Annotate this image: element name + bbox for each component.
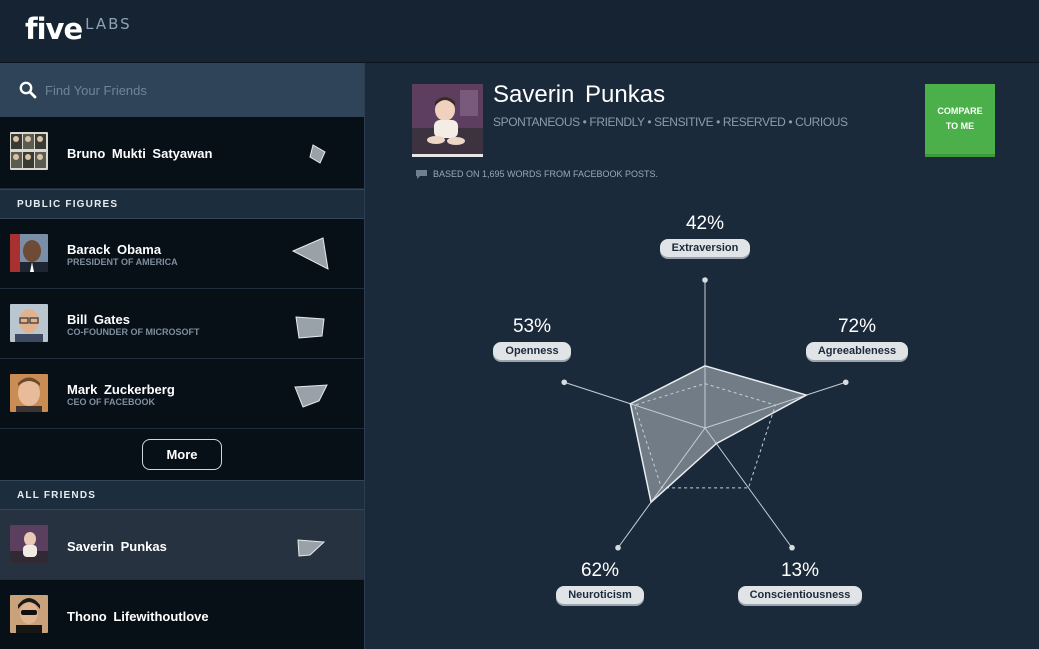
personality-shape-icon [294, 384, 328, 408]
friend-row-bruno[interactable]: Bruno Mukti Satyawan [0, 117, 364, 189]
figure-role: CEO OF FACEBOOK [67, 397, 156, 407]
more-container: More [0, 429, 364, 480]
avatar [10, 525, 48, 563]
radar-axis-end-extraversion [702, 277, 708, 283]
radar-metric-conscientiousness: 13% Conscientiousness [730, 560, 870, 604]
figure-name: Bill Gates [67, 312, 130, 327]
figure-name: Barack Obama [67, 242, 162, 257]
radar-axis-end-conscientiousness [789, 544, 795, 551]
avatar [10, 234, 48, 272]
personality-shape-icon [295, 316, 325, 339]
metric-label: Conscientiousness [737, 586, 863, 604]
all-friends-header: ALL FRIENDS [0, 480, 364, 510]
metric-label: Neuroticism [556, 586, 644, 604]
metric-value: 53% [512, 316, 552, 337]
logo-sub: LABS [85, 15, 132, 33]
metric-label: Openness [493, 342, 571, 360]
public-figures-header: PUBLIC FIGURES [0, 189, 364, 219]
radar-value-polygon [629, 365, 809, 504]
search-input[interactable] [45, 82, 345, 98]
friends-sidebar: Bruno Mukti Satyawan PUBLIC FIGURES Bara… [0, 63, 365, 649]
metric-label: Extraversion [659, 239, 751, 257]
personality-shape-icon [291, 237, 329, 270]
public-figure-row-gates[interactable]: Bill Gates CO-FOUNDER OF MICROSOFT [0, 289, 364, 359]
personality-shape-icon [297, 539, 326, 557]
app-header: five LABS [0, 0, 1039, 63]
friend-row-saverin[interactable]: Saverin Punkas [0, 510, 364, 580]
friend-name: Saverin Punkas [67, 539, 167, 554]
radar-metric-openness: 53% Openness [462, 316, 602, 360]
radar-axis-end-neuroticism [615, 544, 621, 551]
friend-name: Bruno Mukti Satyawan [67, 146, 213, 161]
logo-main: five [25, 12, 83, 46]
radar-axis-end-openness [561, 379, 568, 386]
radar-axis-end-agreeableness [842, 379, 849, 386]
more-button[interactable]: More [142, 439, 222, 470]
personality-shape-icon [309, 144, 326, 164]
avatar [10, 374, 48, 412]
friend-row-thono[interactable]: Thono Lifewithoutlove [0, 580, 364, 649]
public-figure-row-zuckerberg[interactable]: Mark Zuckerberg CEO OF FACEBOOK [0, 359, 364, 429]
metric-value: 72% [837, 316, 877, 337]
metric-label: Agreeableness [805, 342, 909, 360]
metric-value: 13% [780, 560, 820, 581]
public-figure-row-obama[interactable]: Barack Obama PRESIDENT OF AMERICA [0, 219, 364, 289]
figure-role: CO-FOUNDER OF MICROSOFT [67, 327, 200, 337]
avatar [10, 595, 48, 633]
search-icon [19, 81, 37, 99]
fivelabs-logo[interactable]: five LABS [25, 12, 132, 46]
figure-role: PRESIDENT OF AMERICA [67, 257, 178, 267]
radar-axis-conscientiousness [704, 427, 793, 549]
friend-name: Thono Lifewithoutlove [67, 609, 209, 624]
figure-name: Mark Zuckerberg [67, 382, 175, 397]
metric-value: 62% [580, 560, 620, 581]
search-bar [0, 63, 364, 117]
radar-metric-neuroticism: 62% Neuroticism [530, 560, 670, 604]
radar-metric-agreeableness: 72% Agreeableness [787, 316, 927, 360]
avatar [10, 304, 48, 342]
metric-value: 42% [685, 213, 725, 234]
radar-metric-extraversion: 42% Extraversion [635, 213, 775, 257]
avatar [10, 132, 48, 170]
profile-panel: Saverin Punkas SPONTANEOUS • FRIENDLY • … [366, 63, 1039, 649]
